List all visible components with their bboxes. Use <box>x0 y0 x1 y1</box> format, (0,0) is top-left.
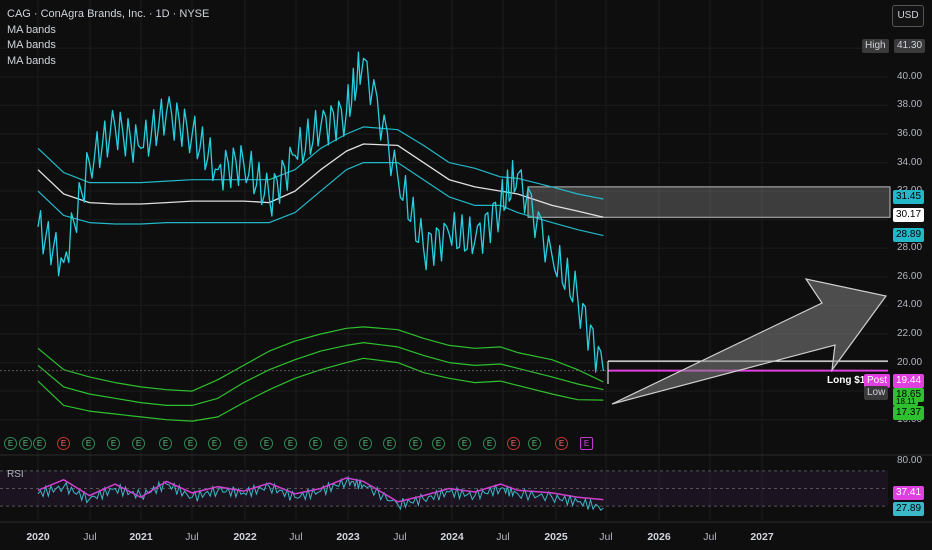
earnings-marker-icon[interactable]: E <box>458 437 471 450</box>
price-tick-label: 34.00 <box>897 156 923 168</box>
price-tick-label: 36.00 <box>897 128 923 139</box>
time-tick-label: Jul <box>185 531 199 543</box>
time-tick-label: Jul <box>599 531 613 543</box>
earnings-marker-icon[interactable]: E <box>359 437 372 450</box>
chart-legend: CAG · ConAgra Brands, Inc. · 1D · NYSE M… <box>7 7 209 69</box>
earnings-marker-icon[interactable]: E <box>19 437 32 450</box>
price-tick-label: 22.00 <box>897 328 923 339</box>
earnings-marker-icon[interactable]: E <box>33 437 46 450</box>
ma-band-green-mid <box>37 342 604 406</box>
price-tick-label: 26.00 <box>897 270 923 282</box>
earnings-marker-icon[interactable]: E <box>507 437 520 450</box>
position-label[interactable]: Long $1 <box>824 374 869 388</box>
earnings-marker-icon[interactable]: E <box>4 437 17 450</box>
time-tick-label: Jul <box>496 531 510 543</box>
time-tick-label: 2022 <box>233 531 257 543</box>
earnings-marker-icon[interactable]: E <box>432 437 445 450</box>
time-tick-label: Jul <box>289 531 303 543</box>
price-tick-label: 38.00 <box>897 99 923 111</box>
time-tick-label: 2026 <box>647 531 671 543</box>
earnings-marker-icon[interactable]: E <box>82 437 95 450</box>
earnings-marker-icon[interactable]: E <box>284 437 297 450</box>
earnings-marker-icon[interactable]: E <box>580 437 593 450</box>
green-lower-badge: 17.37 <box>893 406 925 420</box>
earnings-marker-icon[interactable]: E <box>555 437 568 450</box>
earnings-marker-icon[interactable]: E <box>334 437 347 450</box>
price-tick-label: 24.00 <box>897 299 923 311</box>
time-tick-label: 2021 <box>129 531 153 543</box>
time-tick-label: Jul <box>703 531 717 543</box>
green-mid-badge: 18.11 <box>893 398 919 406</box>
ma-band-green-upper <box>37 326 604 392</box>
middle-band-badge: 30.17 <box>893 208 925 222</box>
currency-button[interactable]: USD <box>892 5 924 27</box>
rsi-tick-80: 80.00 <box>897 455 923 466</box>
price-tick-label: 40.00 <box>897 70 923 82</box>
indicator-ma-bands-2[interactable]: MA bands <box>7 38 209 54</box>
earnings-marker-icon[interactable]: E <box>383 437 396 450</box>
low-label: Low <box>864 386 889 400</box>
indicator-ma-bands-1[interactable]: MA bands <box>7 23 209 39</box>
high-label: High <box>862 39 889 53</box>
price-line <box>37 51 605 373</box>
ma-band-middle <box>37 143 604 218</box>
rsi-value-badge: 37.41 <box>893 486 925 500</box>
earnings-marker-icon[interactable]: E <box>309 437 322 450</box>
earnings-marker-icon[interactable]: E <box>483 437 496 450</box>
earnings-marker-icon[interactable]: E <box>107 437 120 450</box>
earnings-marker-icon[interactable]: E <box>132 437 145 450</box>
symbol-title[interactable]: CAG · ConAgra Brands, Inc. · 1D · NYSE <box>7 7 209 23</box>
time-tick-label: 2027 <box>750 531 774 543</box>
indicator-ma-bands-3[interactable]: MA bands <box>7 54 209 70</box>
price-tick-label: 28.00 <box>897 242 923 254</box>
time-tick-label: 2023 <box>336 531 360 543</box>
time-tick-label: 2020 <box>26 531 50 543</box>
upper-band-badge: 31.45 <box>893 190 925 204</box>
time-tick-label: 2025 <box>544 531 568 543</box>
rsi-label[interactable]: RSI <box>7 469 24 480</box>
high-value-badge: 41.30 <box>894 39 926 53</box>
post-price-badge: 19.44 <box>893 374 925 388</box>
earnings-marker-icon[interactable]: E <box>57 437 70 450</box>
earnings-marker-icon[interactable]: E <box>208 437 221 450</box>
ma-band-green-lower <box>37 357 604 422</box>
time-tick-label: 2024 <box>440 531 464 543</box>
earnings-marker-icon[interactable]: E <box>260 437 273 450</box>
earnings-marker-icon[interactable]: E <box>528 437 541 450</box>
time-tick-label: Jul <box>393 531 407 543</box>
earnings-marker-icon[interactable]: E <box>234 437 247 450</box>
price-chart[interactable] <box>0 0 932 550</box>
price-tick-label: 20.00 <box>897 356 923 368</box>
earnings-marker-icon[interactable]: E <box>159 437 172 450</box>
rsi-signal-badge: 27.89 <box>893 502 925 516</box>
earnings-marker-icon[interactable]: E <box>184 437 197 450</box>
time-tick-label: Jul <box>83 531 97 543</box>
earnings-marker-icon[interactable]: E <box>409 437 422 450</box>
lower-band-badge: 28.89 <box>893 228 925 242</box>
